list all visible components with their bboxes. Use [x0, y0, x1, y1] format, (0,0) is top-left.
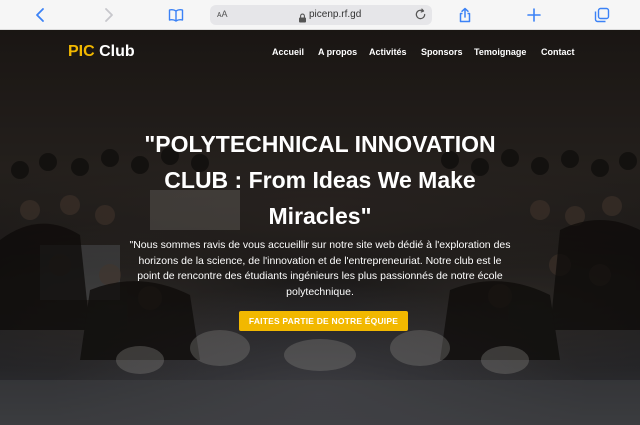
lock-icon	[298, 10, 307, 23]
nav-link-a-propos[interactable]: A propos	[318, 47, 357, 57]
address-bar[interactable]: ᴀA picenp.rf.gd	[210, 5, 432, 25]
text-size-icon[interactable]: ᴀA	[217, 9, 227, 19]
reload-icon[interactable]	[414, 8, 427, 21]
hero-section: PIC Club Accueil A propos Activités Spon…	[0, 30, 640, 425]
nav-link-temoignage[interactable]: Temoignage	[474, 47, 526, 57]
nav-link-activites[interactable]: Activités	[369, 47, 407, 57]
share-icon[interactable]	[457, 7, 473, 23]
hero-description: "Nous sommes ravis de vous accueillir su…	[129, 239, 511, 298]
bookmarks-icon[interactable]	[168, 7, 184, 23]
forward-icon[interactable]	[100, 7, 116, 23]
join-team-button[interactable]: FAITES PARTIE DE NOTRE ÉQUIPE	[239, 311, 408, 331]
nav-link-sponsors[interactable]: Sponsors	[421, 47, 463, 57]
tabs-icon[interactable]	[594, 7, 610, 23]
url-text: picenp.rf.gd	[309, 9, 362, 20]
new-tab-icon[interactable]	[526, 7, 542, 23]
back-icon[interactable]	[33, 7, 49, 23]
nav-link-contact[interactable]: Contact	[541, 47, 575, 57]
main-nav: Accueil A propos Activités Sponsors Temo…	[0, 47, 640, 61]
nav-link-accueil[interactable]: Accueil	[272, 47, 304, 57]
hero-title: "POLYTECHNICAL INNOVATION CLUB : From Id…	[144, 131, 496, 229]
browser-toolbar: ᴀA picenp.rf.gd	[0, 0, 640, 30]
